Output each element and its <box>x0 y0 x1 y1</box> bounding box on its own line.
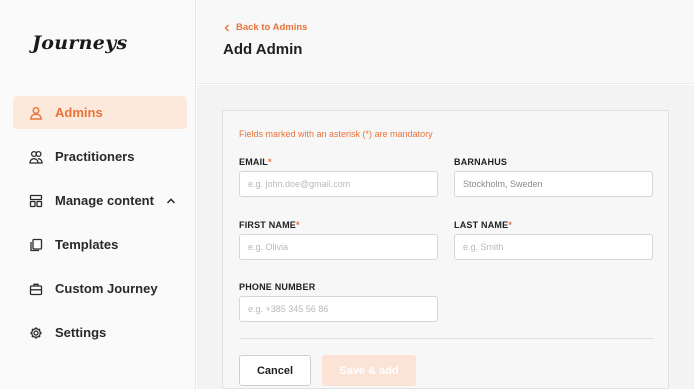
email-label: EMAIL* <box>239 157 272 167</box>
last-name-field[interactable] <box>454 234 653 260</box>
mandatory-note: Fields marked with an asterisk (*) are m… <box>239 129 433 139</box>
sidebar-item-label: Practitioners <box>55 149 135 164</box>
sidebar-item-templates[interactable]: Templates <box>13 228 187 261</box>
sidebar-item-manage-content[interactable]: Manage content <box>13 184 187 217</box>
app-logo[interactable]: Journeys <box>32 32 128 54</box>
barnahus-field[interactable] <box>454 171 653 197</box>
gear-icon <box>29 326 43 340</box>
sidebar-item-custom-journey[interactable]: Custom Journey <box>13 272 187 305</box>
back-link-label: Back to Admins <box>236 22 308 33</box>
sidebar-item-label: Custom Journey <box>55 281 158 296</box>
layout-icon <box>29 194 43 208</box>
chevron-left-icon <box>224 24 229 31</box>
users-icon <box>29 150 43 164</box>
email-field[interactable] <box>239 171 438 197</box>
last-name-label: LAST NAME* <box>454 220 513 230</box>
first-name-label: FIRST NAME* <box>239 220 300 230</box>
cancel-button[interactable]: Cancel <box>239 355 311 386</box>
sidebar: Journeys Admins Practitioners Manage con… <box>0 0 196 389</box>
phone-label: PHONE NUMBER <box>239 282 316 292</box>
form-divider <box>239 338 654 339</box>
sidebar-item-label: Manage content <box>55 193 154 208</box>
sidebar-item-label: Settings <box>55 325 107 340</box>
briefcase-icon <box>29 282 43 296</box>
page-header: Back to Admins Add Admin <box>197 0 694 84</box>
back-link[interactable]: Back to Admins <box>223 22 307 33</box>
sidebar-item-admins[interactable]: Admins <box>13 96 187 129</box>
page-title: Add Admin <box>223 41 303 58</box>
save-and-add-button[interactable]: Save & add <box>322 355 416 386</box>
sidebar-item-label: Admins <box>55 105 103 120</box>
sidebar-item-label: Templates <box>55 237 119 252</box>
sidebar-item-settings[interactable]: Settings <box>13 316 187 349</box>
sidebar-item-practitioners[interactable]: Practitioners <box>13 140 187 173</box>
chevron-up-icon[interactable] <box>166 196 176 206</box>
user-icon <box>29 106 43 120</box>
phone-field[interactable] <box>239 296 438 322</box>
copy-icon <box>29 238 43 252</box>
first-name-field[interactable] <box>239 234 438 260</box>
barnahus-label: BARNAHUS <box>454 157 508 167</box>
